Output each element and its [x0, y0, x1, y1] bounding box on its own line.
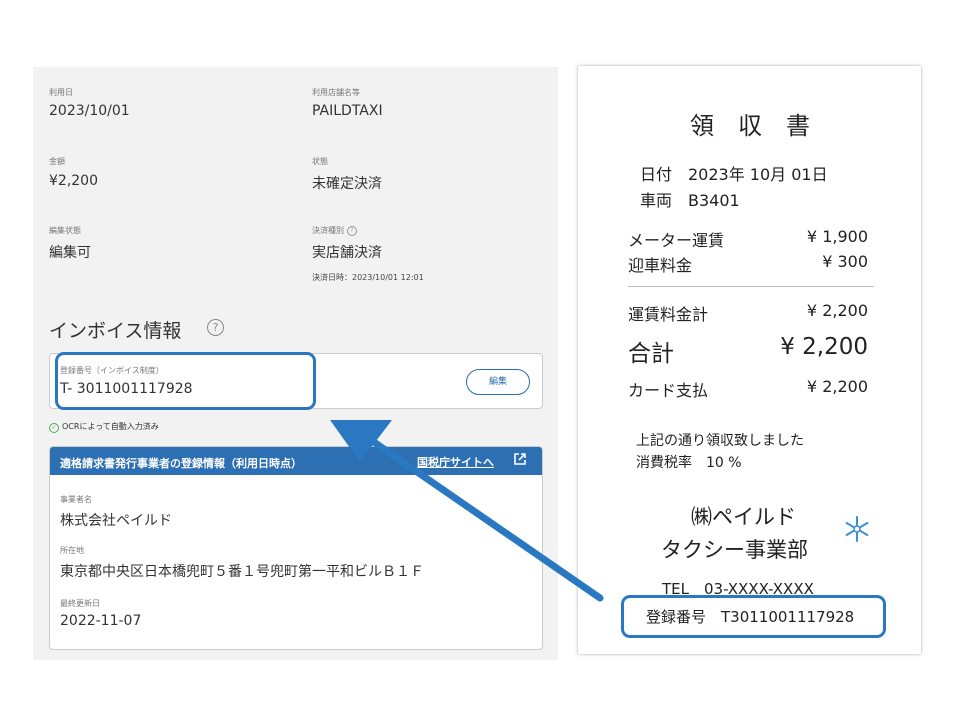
pointer-arrow: [330, 420, 604, 602]
